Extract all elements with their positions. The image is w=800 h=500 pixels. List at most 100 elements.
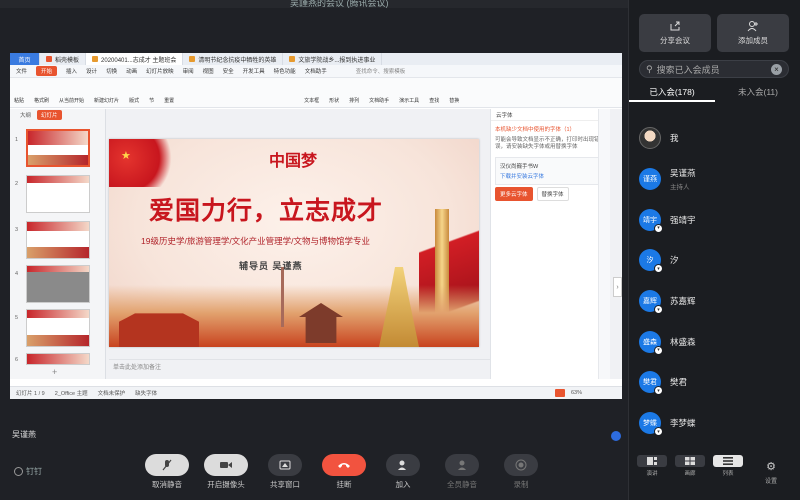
tab-not-joined[interactable]: 未入会(11) bbox=[715, 84, 800, 102]
menu-start[interactable]: 开始 bbox=[36, 66, 58, 76]
wps-tab-ppt2[interactable]: 清明节纪念抗疫中牺牲的英雄 bbox=[183, 53, 284, 65]
share-window-button[interactable]: 共享窗口 bbox=[263, 454, 307, 490]
notes-area[interactable]: 单击此处添加备注 bbox=[109, 359, 499, 373]
window-titlebar: 吴謹燕的会议 (腾讯会议) bbox=[0, 0, 628, 8]
ribbon-from-current[interactable]: 从当前开始 bbox=[59, 97, 84, 104]
mute-all-button[interactable]: 全员静音 bbox=[440, 454, 484, 490]
menu-doc-assistant[interactable]: 文档助手 bbox=[305, 67, 327, 75]
member-search-input[interactable]: ⚲ 搜索已入会成员 × bbox=[639, 60, 789, 78]
wps-tab-ppt3[interactable]: 文旅学院战乡...报到执进事业 bbox=[283, 53, 383, 65]
participant-item[interactable]: 靖宇 ▾ 强靖宇 bbox=[629, 199, 800, 240]
slide-thumb-5[interactable] bbox=[26, 309, 90, 347]
ribbon-replace[interactable]: 替换 bbox=[449, 97, 459, 104]
participant-item[interactable]: 嘉辉 ▾ 苏嘉辉 bbox=[629, 281, 800, 322]
ribbon-reset[interactable]: 重置 bbox=[164, 97, 174, 104]
tab-label: 首页 bbox=[18, 57, 31, 64]
menu-animation[interactable]: 动画 bbox=[126, 67, 137, 75]
wps-tab-home[interactable]: 首页 bbox=[10, 53, 40, 65]
menu-features[interactable]: 特色功能 bbox=[274, 67, 296, 75]
menu-insert[interactable]: 插入 bbox=[66, 67, 77, 75]
wps-tabbar: 首页 稻壳模板 20200401...志成才 主题班会 清明节纪念抗疫中牺牲的英… bbox=[10, 53, 622, 65]
ribbon-format-painter[interactable]: 格式刷 bbox=[34, 97, 49, 104]
pin-button[interactable]: 钉钉 bbox=[14, 466, 42, 477]
clear-icon[interactable]: × bbox=[771, 63, 782, 75]
view-list-button[interactable]: 列表 bbox=[713, 455, 743, 477]
participant-item[interactable]: 樊君 ▾ 樊君 bbox=[629, 362, 800, 403]
outline-tab[interactable]: 大纲 bbox=[20, 111, 31, 119]
chat-bubble-icon[interactable] bbox=[611, 431, 621, 441]
slides-tab[interactable]: 幻灯片 bbox=[37, 110, 62, 120]
menu-slideshow[interactable]: 幻灯片放映 bbox=[146, 67, 174, 75]
star-icon: ★ bbox=[121, 150, 131, 162]
join-button[interactable]: 加入 bbox=[381, 454, 425, 490]
menu-devtools[interactable]: 开发工具 bbox=[243, 67, 265, 75]
view-speaker-button[interactable]: 演讲 bbox=[637, 455, 667, 477]
font-item[interactable]: 汉仪尚巍手书W 下载并安装云字体 bbox=[495, 156, 606, 185]
unmute-button[interactable]: 取消静音 bbox=[145, 454, 189, 490]
more-fonts-button[interactable]: 更多云字体 bbox=[495, 187, 533, 201]
gallery-view-icon bbox=[675, 455, 705, 467]
ribbon-shape[interactable]: 形状 bbox=[329, 97, 339, 104]
ribbon-doc-assistant[interactable]: 文档助手 bbox=[369, 97, 389, 104]
ribbon-new-slide[interactable]: 新建幻灯片 bbox=[94, 97, 119, 104]
ribbon-find[interactable]: 查找 bbox=[429, 97, 439, 104]
ribbon-presentation-tools[interactable]: 演示工具 bbox=[399, 97, 419, 104]
pin-icon bbox=[14, 467, 23, 476]
participant-item[interactable]: 我 bbox=[629, 118, 800, 159]
participant-item[interactable]: 谨燕 吴谨燕 主持人 bbox=[629, 159, 800, 200]
add-slide-icon[interactable]: + bbox=[52, 367, 57, 377]
participant-item[interactable]: 盛森 ▾ 林盛森 bbox=[629, 321, 800, 362]
camera-button[interactable]: 开启摄像头 bbox=[204, 454, 248, 490]
hangup-button[interactable]: 挂断 bbox=[322, 454, 366, 490]
join-icon bbox=[386, 454, 420, 476]
participant-name: 苏嘉辉 bbox=[670, 296, 696, 307]
participant-info: 吴谨燕 主持人 bbox=[670, 167, 696, 191]
ribbon-paste[interactable]: 粘贴 bbox=[14, 97, 24, 104]
collapse-panel-icon[interactable]: › bbox=[613, 277, 622, 297]
ribbon-layout[interactable]: 版式 bbox=[129, 97, 139, 104]
replace-font-button[interactable]: 替换字体 bbox=[536, 187, 569, 201]
menu-search[interactable]: 查找命令、搜索模板 bbox=[356, 67, 406, 75]
ribbon-arrange[interactable]: 排列 bbox=[349, 97, 359, 104]
missing-font-status[interactable]: 缺失字体 bbox=[135, 389, 157, 397]
participant-role: 主持人 bbox=[670, 184, 690, 192]
slide-thumb-4[interactable] bbox=[26, 265, 90, 303]
menu-review[interactable]: 审阅 bbox=[183, 67, 194, 75]
share-meeting-button[interactable]: 分享会议 bbox=[639, 14, 711, 52]
menu-view[interactable]: 视图 bbox=[203, 67, 214, 75]
avatar-text: 盛森 bbox=[643, 338, 657, 346]
share-window-icon bbox=[268, 454, 302, 476]
mute-all-icon bbox=[445, 454, 479, 476]
add-member-button[interactable]: 添加成员 bbox=[717, 14, 789, 52]
record-button[interactable]: 录制 bbox=[499, 454, 543, 490]
tab-joined[interactable]: 已入会(178) bbox=[629, 84, 715, 102]
ribbon-textbox[interactable]: 文本框 bbox=[304, 97, 319, 104]
mic-muted-icon: ▾ bbox=[654, 427, 663, 437]
view-gallery-button[interactable]: 画廊 bbox=[675, 455, 705, 477]
protect-status[interactable]: 文档未保护 bbox=[98, 389, 126, 397]
wps-tab-docer[interactable]: 稻壳模板 bbox=[40, 53, 87, 65]
participant-item[interactable]: 梦蝶 ▾ 李梦蝶 bbox=[629, 403, 800, 444]
menu-security[interactable]: 安全 bbox=[223, 67, 234, 75]
menu-file[interactable]: 文件 bbox=[16, 67, 27, 75]
menu-design[interactable]: 设计 bbox=[86, 67, 97, 75]
slide-thumb-3[interactable] bbox=[26, 221, 90, 259]
participant-name: 汐 bbox=[670, 255, 679, 266]
settings-button[interactable]: ⚙ 设置 bbox=[765, 460, 777, 485]
menu-transition[interactable]: 切换 bbox=[106, 67, 117, 75]
ribbon-section[interactable]: 节 bbox=[149, 97, 154, 104]
play-icon[interactable] bbox=[554, 389, 565, 397]
thumb-band bbox=[27, 310, 89, 318]
zoom-level[interactable]: 63% bbox=[571, 390, 582, 396]
download-font-link[interactable]: 下载并安装云字体 bbox=[500, 172, 601, 180]
slide-thumb-1[interactable] bbox=[26, 129, 90, 167]
slide-canvas[interactable]: ★ 中国梦 爱国力行，立志成才 19级历史学/旅游管理学/文化产业管理学/文物与… bbox=[109, 139, 479, 347]
slide-thumb-2[interactable] bbox=[26, 175, 90, 213]
wps-tab-ppt1[interactable]: 20200401...志成才 主题班会 bbox=[86, 53, 184, 65]
camera-icon bbox=[204, 454, 248, 476]
search-icon: ⚲ bbox=[646, 63, 653, 74]
thumb-number: 5 bbox=[15, 315, 19, 321]
slide-thumb-6[interactable] bbox=[26, 353, 90, 365]
participant-item[interactable]: 汐 ▾ 汐 bbox=[629, 240, 800, 281]
participants-panel: 分享会议 添加成员 ⚲ 搜索已入会成员 × 已入会(178) 未入会(11) 我… bbox=[628, 0, 800, 500]
